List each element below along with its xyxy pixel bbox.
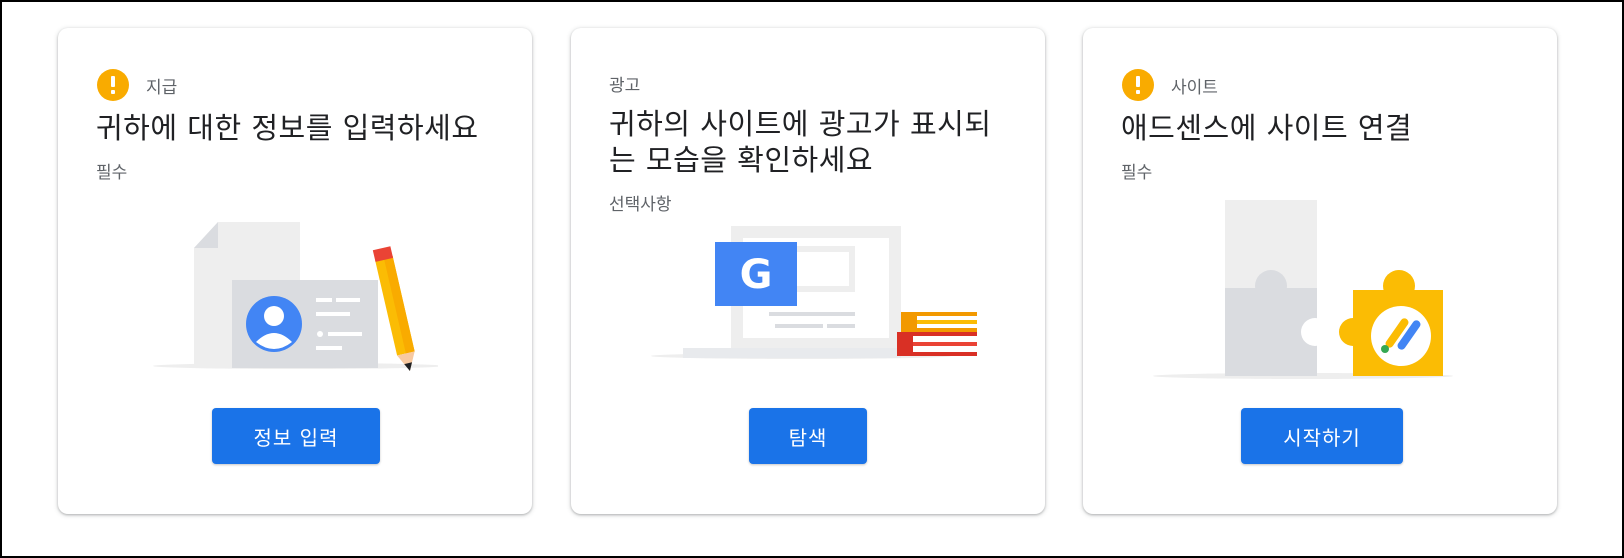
card-title: 애드센스에 사이트 연결 (1121, 111, 1413, 145)
ads-preview-card: 광고 귀하의 사이트에 광고가 표시되는 모습을 확인하세요 선택사항 G 탐색 (571, 28, 1045, 514)
payment-info-card: 지급 귀하에 대한 정보를 입력하세요 필수 정보 입력 (58, 28, 532, 514)
card-title: 귀하의 사이트에 광고가 표시되는 모습을 확인하세요 (609, 107, 992, 177)
connect-site-card: 사이트 애드센스에 사이트 연결 필수 시작하기 (1083, 28, 1557, 514)
id-card-illustration (153, 222, 438, 371)
warning-icon (1122, 69, 1154, 101)
card-requirement: 필수 (96, 163, 128, 183)
card-category: 사이트 (1171, 78, 1218, 98)
card-category: 지급 (146, 78, 178, 98)
svg-text:G: G (740, 252, 773, 298)
explore-button[interactable]: 탐색 (749, 408, 867, 464)
card-requirement: 필수 (1121, 163, 1153, 183)
card-requirement: 선택사항 (609, 195, 672, 215)
warning-icon (97, 69, 129, 101)
laptop-google-ads-illustration: G (651, 226, 977, 359)
page-frame: 지급 귀하에 대한 정보를 입력하세요 필수 정보 입력 광고 귀하의 사이트에… (0, 0, 1624, 558)
enter-info-button[interactable]: 정보 입력 (212, 408, 380, 464)
get-started-button[interactable]: 시작하기 (1241, 408, 1403, 464)
card-category: 광고 (609, 76, 641, 96)
card-title: 귀하에 대한 정보를 입력하세요 (96, 111, 479, 145)
puzzle-adsense-illustration (1153, 200, 1453, 379)
